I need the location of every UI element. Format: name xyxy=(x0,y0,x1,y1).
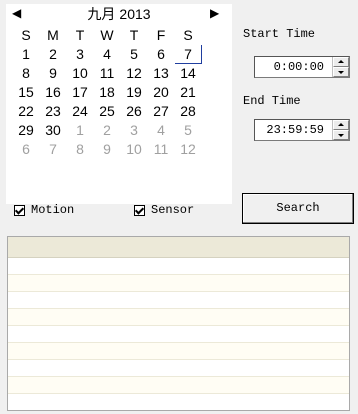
list-row[interactable] xyxy=(8,326,349,343)
calendar-day[interactable]: 13 xyxy=(148,64,175,83)
results-list[interactable] xyxy=(7,236,350,411)
calendar-day[interactable]: 2 xyxy=(40,45,67,64)
weekday-header: T xyxy=(75,27,85,43)
motion-checkbox[interactable]: Motion xyxy=(14,203,74,217)
start-time-value[interactable]: 0:00:00 xyxy=(255,57,332,77)
weekday-header: F xyxy=(156,27,166,43)
calendar-day[interactable]: 6 xyxy=(148,45,175,64)
search-button[interactable]: Search xyxy=(242,193,354,224)
calendar-day-other-month[interactable]: 9 xyxy=(94,140,121,159)
calendar-day-selected[interactable]: 7 xyxy=(174,44,202,64)
calendar-day-other-month[interactable]: 3 xyxy=(121,121,148,140)
year-label[interactable]: 2013 xyxy=(119,6,150,22)
calendar-day-other-month[interactable]: 1 xyxy=(67,121,94,140)
calendar-day[interactable]: 24 xyxy=(67,102,94,121)
calendar-day[interactable]: 19 xyxy=(121,83,148,102)
end-time-label: End Time xyxy=(243,94,301,108)
list-row[interactable] xyxy=(8,343,349,360)
calendar-day[interactable]: 30 xyxy=(40,121,67,140)
sensor-label: Sensor xyxy=(151,203,195,217)
calendar-day[interactable]: 8 xyxy=(13,64,40,83)
calendar-day-other-month[interactable]: 12 xyxy=(175,140,202,159)
calendar-day[interactable]: 5 xyxy=(121,45,148,64)
calendar-day[interactable]: 3 xyxy=(67,45,94,64)
calendar-day[interactable]: 27 xyxy=(148,102,175,121)
calendar-day-other-month[interactable]: 4 xyxy=(148,121,175,140)
calendar-day[interactable]: 23 xyxy=(40,102,67,121)
calendar-day-other-month[interactable]: 5 xyxy=(175,121,202,140)
list-row[interactable] xyxy=(8,275,349,292)
next-month-icon[interactable]: ▶ xyxy=(206,6,223,20)
list-row[interactable] xyxy=(8,360,349,377)
weekday-header: M xyxy=(47,27,59,43)
start-time-up-icon[interactable] xyxy=(333,57,349,67)
calendar-day-other-month[interactable]: 8 xyxy=(67,140,94,159)
calendar-day-other-month[interactable]: 10 xyxy=(121,140,148,159)
calendar-header: ◀ 九月 2013 ▶ xyxy=(6,4,232,24)
calendar-day[interactable]: 10 xyxy=(67,64,94,83)
list-row[interactable] xyxy=(8,258,349,275)
calendar-day-other-month[interactable]: 7 xyxy=(40,140,67,159)
list-row[interactable] xyxy=(8,309,349,326)
end-time-spinner[interactable]: 23:59:59 xyxy=(254,119,350,141)
list-row[interactable] xyxy=(8,292,349,309)
sensor-checkbox[interactable]: Sensor xyxy=(134,203,194,217)
end-time-up-icon[interactable] xyxy=(333,120,349,130)
calendar-day[interactable]: 18 xyxy=(94,83,121,102)
calendar-day[interactable]: 28 xyxy=(175,102,202,121)
calendar-day[interactable]: 22 xyxy=(13,102,40,121)
month-label[interactable]: 九月 xyxy=(87,6,115,22)
end-time-value[interactable]: 23:59:59 xyxy=(255,120,332,140)
start-time-label: Start Time xyxy=(243,27,316,41)
calendar-day[interactable]: 25 xyxy=(94,102,121,121)
month-year-label[interactable]: 九月 2013 xyxy=(6,6,232,22)
motion-label: Motion xyxy=(31,203,75,217)
list-row[interactable] xyxy=(8,394,349,410)
end-time-down-icon[interactable] xyxy=(333,130,349,140)
calendar-day[interactable]: 21 xyxy=(175,83,202,102)
weekday-header: T xyxy=(129,27,139,43)
start-time-spinner[interactable]: 0:00:00 xyxy=(254,56,350,78)
calendar-day[interactable]: 12 xyxy=(121,64,148,83)
calendar-day[interactable]: 29 xyxy=(13,121,40,140)
calendar-day[interactable]: 14 xyxy=(175,64,202,83)
checkmark-icon[interactable] xyxy=(134,204,145,216)
list-row[interactable] xyxy=(8,377,349,394)
list-header xyxy=(8,237,349,258)
calendar-day[interactable]: 1 xyxy=(13,45,40,64)
calendar-day-other-month[interactable]: 2 xyxy=(94,121,121,140)
calendar-day[interactable]: 11 xyxy=(94,64,121,83)
weekday-header: S xyxy=(183,27,193,43)
calendar-day[interactable]: 17 xyxy=(67,83,94,102)
checkmark-icon[interactable] xyxy=(14,204,25,216)
calendar-day-other-month[interactable]: 11 xyxy=(148,140,175,159)
weekday-header: W xyxy=(100,27,114,43)
calendar-day[interactable]: 4 xyxy=(94,45,121,64)
calendar-day-other-month[interactable]: 6 xyxy=(13,140,40,159)
calendar-grid: S M T W T F S 1 2 3 4 5 6 7 8 9 10 11 12… xyxy=(12,26,202,159)
calendar-day[interactable]: 9 xyxy=(40,64,67,83)
calendar-day[interactable]: 26 xyxy=(121,102,148,121)
calendar-day[interactable]: 20 xyxy=(148,83,175,102)
weekday-header: S xyxy=(21,27,31,43)
start-time-down-icon[interactable] xyxy=(333,67,349,77)
calendar-day[interactable]: 15 xyxy=(13,83,40,102)
date-calendar[interactable]: ◀ 九月 2013 ▶ S M T W T F S 1 2 3 4 5 6 7 … xyxy=(6,4,232,204)
calendar-day[interactable]: 16 xyxy=(40,83,67,102)
